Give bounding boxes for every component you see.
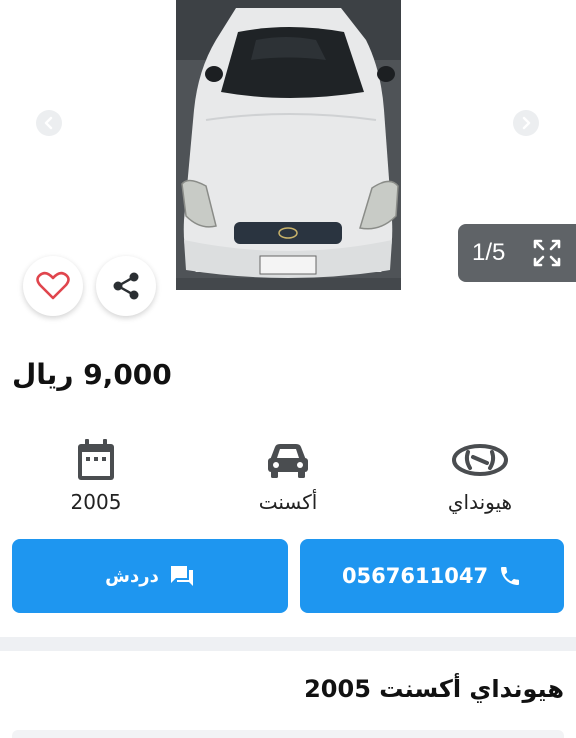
spec-year-label: 2005 bbox=[70, 490, 122, 514]
phone-icon bbox=[501, 567, 520, 585]
chat-icon bbox=[170, 566, 193, 586]
hyundai-logo-icon bbox=[452, 444, 508, 476]
chat-button[interactable]: دردش bbox=[12, 539, 288, 613]
next-section-edge bbox=[12, 730, 564, 738]
next-image-button[interactable] bbox=[513, 110, 539, 136]
spec-brand-label: هيونداي bbox=[447, 490, 513, 514]
chevron-right-icon bbox=[522, 116, 531, 130]
section-divider bbox=[0, 637, 576, 651]
call-button-label: 0567611047 bbox=[341, 564, 489, 588]
heart-icon bbox=[36, 271, 70, 300]
chevron-left-icon bbox=[44, 116, 53, 130]
share-icon bbox=[113, 272, 139, 300]
spec-year: 2005 bbox=[26, 436, 166, 514]
car-photo[interactable] bbox=[176, 0, 401, 290]
share-button[interactable] bbox=[96, 256, 156, 316]
spec-model-label: أكسنت bbox=[258, 490, 318, 514]
prev-image-button[interactable] bbox=[36, 110, 62, 136]
call-button[interactable]: 0567611047 bbox=[300, 539, 564, 613]
chat-button-label: دردش bbox=[105, 565, 159, 587]
spec-model: أكسنت bbox=[218, 436, 358, 514]
listing-title: هيونداي أكسنت 2005 bbox=[304, 675, 564, 703]
price-label: 9,000 ريال bbox=[12, 358, 172, 391]
favorite-button[interactable] bbox=[23, 256, 83, 316]
expand-icon[interactable] bbox=[532, 238, 562, 268]
image-counter[interactable]: 1/5 bbox=[458, 224, 576, 282]
image-gallery[interactable]: 1/5 bbox=[0, 0, 576, 292]
spec-brand: هيونداي bbox=[410, 436, 550, 514]
car-icon bbox=[268, 444, 308, 478]
image-counter-text: 1/5 bbox=[472, 239, 506, 266]
calendar-icon bbox=[78, 439, 114, 480]
